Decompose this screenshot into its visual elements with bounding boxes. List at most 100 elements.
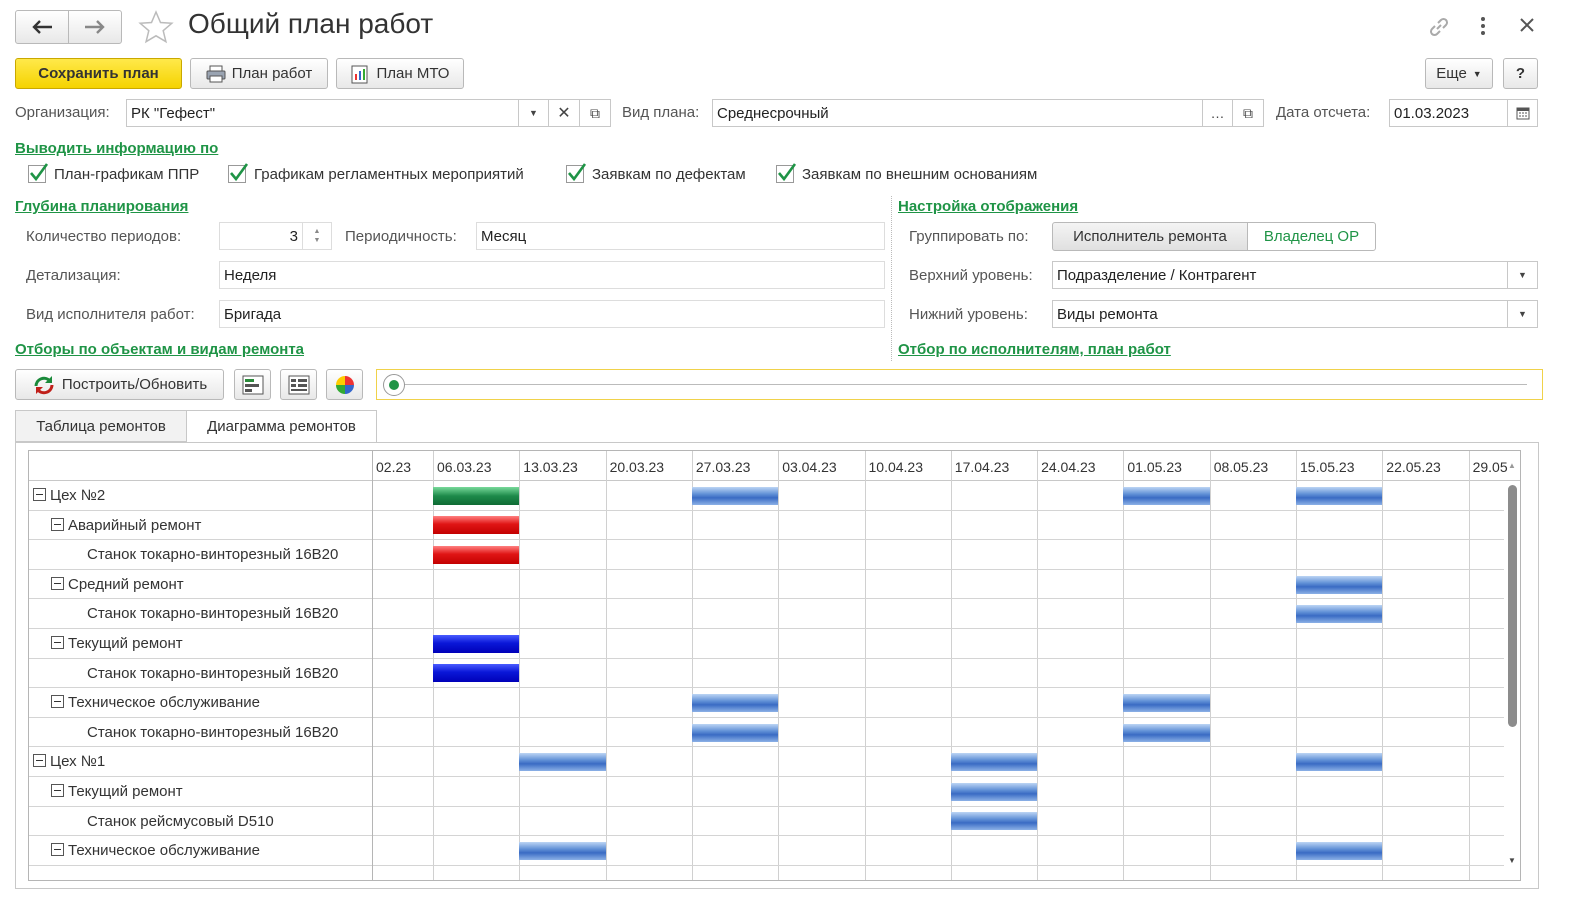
checkbox-external-box[interactable]	[776, 163, 797, 183]
checkbox-ppr-box[interactable]	[28, 163, 49, 183]
upper-level-dropdown[interactable]: ▼	[1507, 261, 1538, 289]
periods-stepper[interactable]: ▲ ▼	[302, 222, 332, 250]
stepper-down-icon[interactable]: ▼	[314, 236, 321, 245]
gantt-row-repair-type[interactable]: Аварийный ремонт	[29, 511, 1504, 541]
gantt-row-equipment[interactable]: Станок токарно-винторезный 16В20	[29, 540, 1504, 570]
gantt-settings-button-1[interactable]	[234, 369, 271, 400]
planning-depth-link[interactable]: Глубина планирования	[15, 198, 188, 215]
plan-mto-button[interactable]: План МТО	[336, 58, 464, 89]
collapse-icon[interactable]	[51, 636, 64, 649]
group-option-owner[interactable]: Владелец ОР	[1247, 222, 1376, 251]
gantt-bar[interactable]	[1296, 575, 1383, 594]
gantt-row-repair-type[interactable]: Средний ремонт	[29, 570, 1504, 600]
gantt-bar[interactable]	[1123, 723, 1210, 742]
checkbox-defects[interactable]: Заявкам по дефектам	[566, 163, 746, 183]
gantt-bar[interactable]	[1296, 753, 1383, 772]
date-field[interactable]: 01.03.2023	[1389, 99, 1508, 127]
org-field[interactable]: РК "Гефест"	[126, 99, 519, 127]
gantt-bar[interactable]	[433, 634, 520, 653]
upper-level-field[interactable]: Подразделение / Контрагент	[1052, 261, 1508, 289]
periodicity-field[interactable]: Месяц	[476, 222, 885, 250]
gantt-bar[interactable]	[691, 693, 779, 712]
checkbox-reglament[interactable]: Графикам регламентных мероприятий	[228, 163, 524, 183]
stepper-up-icon[interactable]: ▲	[314, 227, 321, 236]
help-button[interactable]: ?	[1503, 58, 1538, 89]
gantt-bar[interactable]	[433, 486, 520, 505]
gantt-bar[interactable]	[519, 841, 606, 860]
gantt-row-equipment[interactable]: Станок токарно-винторезный 16В20	[29, 599, 1504, 629]
plan-type-field[interactable]: Среднесрочный	[712, 99, 1203, 127]
gantt-row-repair-type[interactable]: Текущий ремонт	[29, 777, 1504, 807]
gantt-bar[interactable]	[433, 545, 520, 564]
slider-handle[interactable]	[383, 374, 405, 396]
tab-diagram[interactable]: Диаграмма ремонтов	[186, 410, 377, 443]
executors-filter-link[interactable]: Отбор по исполнителям, план работ	[898, 341, 1171, 358]
gantt-row-equipment[interactable]: Станок рейсмусовый D510	[29, 807, 1504, 837]
collapse-icon[interactable]	[51, 843, 64, 857]
collapse-icon[interactable]	[51, 784, 64, 797]
org-open-button[interactable]: ⧉	[580, 99, 611, 127]
display-settings-link[interactable]: Настройка отображения	[898, 198, 1078, 215]
collapse-icon[interactable]	[51, 576, 64, 590]
gantt-row-equipment[interactable]: Станок токарно-винторезный 16В20	[29, 718, 1504, 748]
checkbox-reglament-box[interactable]	[228, 163, 249, 183]
executor-type-field[interactable]: Бригада	[219, 300, 885, 328]
collapse-icon[interactable]	[33, 754, 46, 768]
gantt-row-equipment[interactable]: Станок токарно-винторезный 16В20	[29, 659, 1504, 689]
org-clear-button[interactable]: ✕	[549, 99, 580, 127]
collapse-icon[interactable]	[33, 488, 46, 501]
scroll-down-icon[interactable]: ▼	[1508, 856, 1516, 865]
link-icon[interactable]	[1426, 14, 1452, 44]
gantt-row-repair-type[interactable]: Техническое обслуживание	[29, 688, 1504, 718]
gantt-bar[interactable]	[519, 753, 606, 772]
favorite-star-icon[interactable]	[138, 10, 174, 48]
lower-level-field[interactable]: Виды ремонта	[1052, 300, 1508, 328]
gantt-bar[interactable]	[950, 782, 1038, 801]
build-refresh-button[interactable]: Построить/Обновить	[15, 369, 224, 400]
plan-work-button[interactable]: План работ	[190, 58, 328, 89]
collapse-icon[interactable]	[51, 517, 64, 531]
lower-level-dropdown[interactable]: ▼	[1507, 300, 1538, 328]
gantt-bar[interactable]	[950, 753, 1038, 772]
group-option-executor[interactable]: Исполнитель ремонта	[1052, 222, 1248, 251]
objects-filter-link[interactable]: Отборы по объектам и видам ремонта	[15, 341, 304, 358]
close-icon[interactable]	[1518, 16, 1536, 38]
plan-type-open-button[interactable]: ⧉	[1233, 99, 1264, 127]
gantt-row-repair-type[interactable]: Техническое обслуживание	[29, 836, 1504, 866]
save-plan-button[interactable]: Сохранить план	[15, 58, 182, 89]
output-info-link[interactable]: Выводить информацию по	[15, 140, 218, 157]
gantt-bar[interactable]	[1296, 841, 1383, 860]
gantt-row-workshop[interactable]: Цех №2	[29, 481, 1504, 511]
plan-type-select-button[interactable]: …	[1202, 99, 1233, 127]
tab-table[interactable]: Таблица ремонтов	[15, 410, 187, 442]
calendar-button[interactable]	[1507, 99, 1538, 127]
gantt-bar[interactable]	[1296, 486, 1383, 505]
gantt-bar[interactable]	[1296, 605, 1383, 624]
gantt-bar[interactable]	[433, 516, 520, 535]
gantt-bar[interactable]	[950, 812, 1038, 831]
gantt-bar[interactable]	[691, 486, 779, 505]
checkbox-ppr[interactable]: План-графикам ППР	[28, 163, 199, 183]
checkbox-defects-box[interactable]	[566, 163, 587, 183]
gantt-bar[interactable]	[691, 723, 779, 742]
gantt-row-repair-type[interactable]: Текущий ремонт	[29, 629, 1504, 659]
back-button[interactable]	[15, 10, 69, 44]
forward-button[interactable]	[68, 10, 122, 44]
scroll-up-icon[interactable]: ▲	[1508, 461, 1516, 470]
scroll-thumb[interactable]	[1508, 485, 1517, 727]
gantt-scrollbar[interactable]: ▲ ▼	[1504, 461, 1520, 880]
detail-field[interactable]: Неделя	[219, 261, 885, 289]
periods-field[interactable]: 3	[219, 222, 303, 250]
gantt-bar[interactable]	[433, 664, 520, 683]
more-vertical-icon[interactable]	[1476, 14, 1490, 38]
gantt-bar[interactable]	[1123, 486, 1210, 505]
color-legend-button[interactable]	[326, 369, 363, 400]
org-dropdown-button[interactable]: ▼	[518, 99, 549, 127]
more-button[interactable]: Еще ▼	[1425, 58, 1493, 89]
checkbox-external[interactable]: Заявкам по внешним основаниям	[776, 163, 1037, 183]
gantt-settings-button-2[interactable]	[280, 369, 317, 400]
gantt-bar[interactable]	[1123, 693, 1210, 712]
collapse-icon[interactable]	[51, 695, 64, 709]
timeline-slider[interactable]	[376, 369, 1543, 400]
gantt-row-workshop[interactable]: Цех №1	[29, 747, 1504, 777]
